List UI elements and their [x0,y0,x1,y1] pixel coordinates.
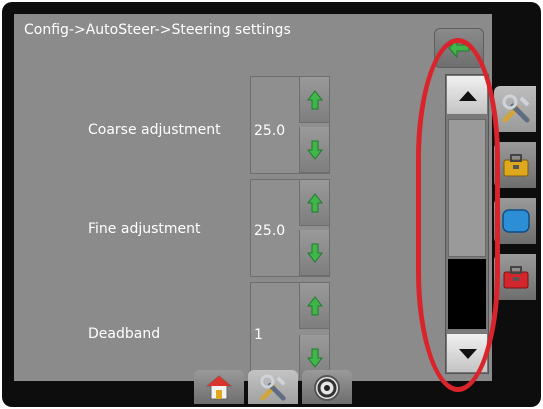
side-tab-tools[interactable] [494,86,536,132]
coarse-adjustment-control: 25.0 [250,76,330,174]
coarse-adjustment-decrease-button[interactable] [299,127,329,173]
fine-adjustment-label: Fine adjustment [88,221,201,237]
green-up-arrow-icon [307,90,323,110]
green-up-arrow-icon [307,193,323,213]
vertical-scrollbar[interactable] [445,74,489,374]
bottom-tab-home[interactable] [194,370,244,404]
triangle-down-icon [459,349,477,359]
deadband-value: 1 [254,327,263,343]
fine-adjustment-control: 25.0 [250,179,330,277]
bottom-tab-gauge[interactable] [302,370,352,404]
tools-icon [502,94,530,123]
coarse-adjustment-value: 25.0 [254,123,286,139]
fine-adjustment-decrease-button[interactable] [299,230,329,276]
green-down-arrow-icon [307,243,323,263]
green-down-arrow-icon [307,348,323,368]
scroll-thumb[interactable] [448,259,486,329]
display-icon [502,209,530,233]
scroll-track[interactable] [448,119,486,257]
side-tab-red-toolbox[interactable] [494,254,536,300]
deadband-increase-button[interactable] [299,283,329,329]
bottom-tab-tools[interactable] [248,370,298,404]
back-button[interactable] [434,28,484,68]
triangle-up-icon [459,91,477,101]
scroll-up-button[interactable] [446,75,488,115]
toolbox-icon [503,154,529,177]
red-toolbox-icon [503,266,529,289]
green-down-arrow-icon [307,140,323,160]
coarse-adjustment-increase-button[interactable] [299,77,329,123]
side-tab-toolbox[interactable] [494,142,536,188]
side-tab-display[interactable] [494,198,536,244]
green-up-arrow-icon [307,296,323,316]
device-frame: Config->AutoSteer->Steering settings Coa… [2,2,541,407]
home-icon [205,375,233,400]
steering-settings-screen: Config->AutoSteer->Steering settings Coa… [14,14,492,381]
breadcrumb: Config->AutoSteer->Steering settings [24,22,291,38]
gauge-icon [314,375,340,401]
coarse-adjustment-label: Coarse adjustment [88,122,221,138]
tools-icon [260,374,286,401]
scroll-down-button[interactable] [446,333,488,373]
deadband-control: 1 [250,282,330,381]
fine-adjustment-value: 25.0 [254,223,286,239]
fine-adjustment-increase-button[interactable] [299,180,329,226]
deadband-label: Deadband [88,326,161,342]
back-arrow-icon [448,37,470,59]
